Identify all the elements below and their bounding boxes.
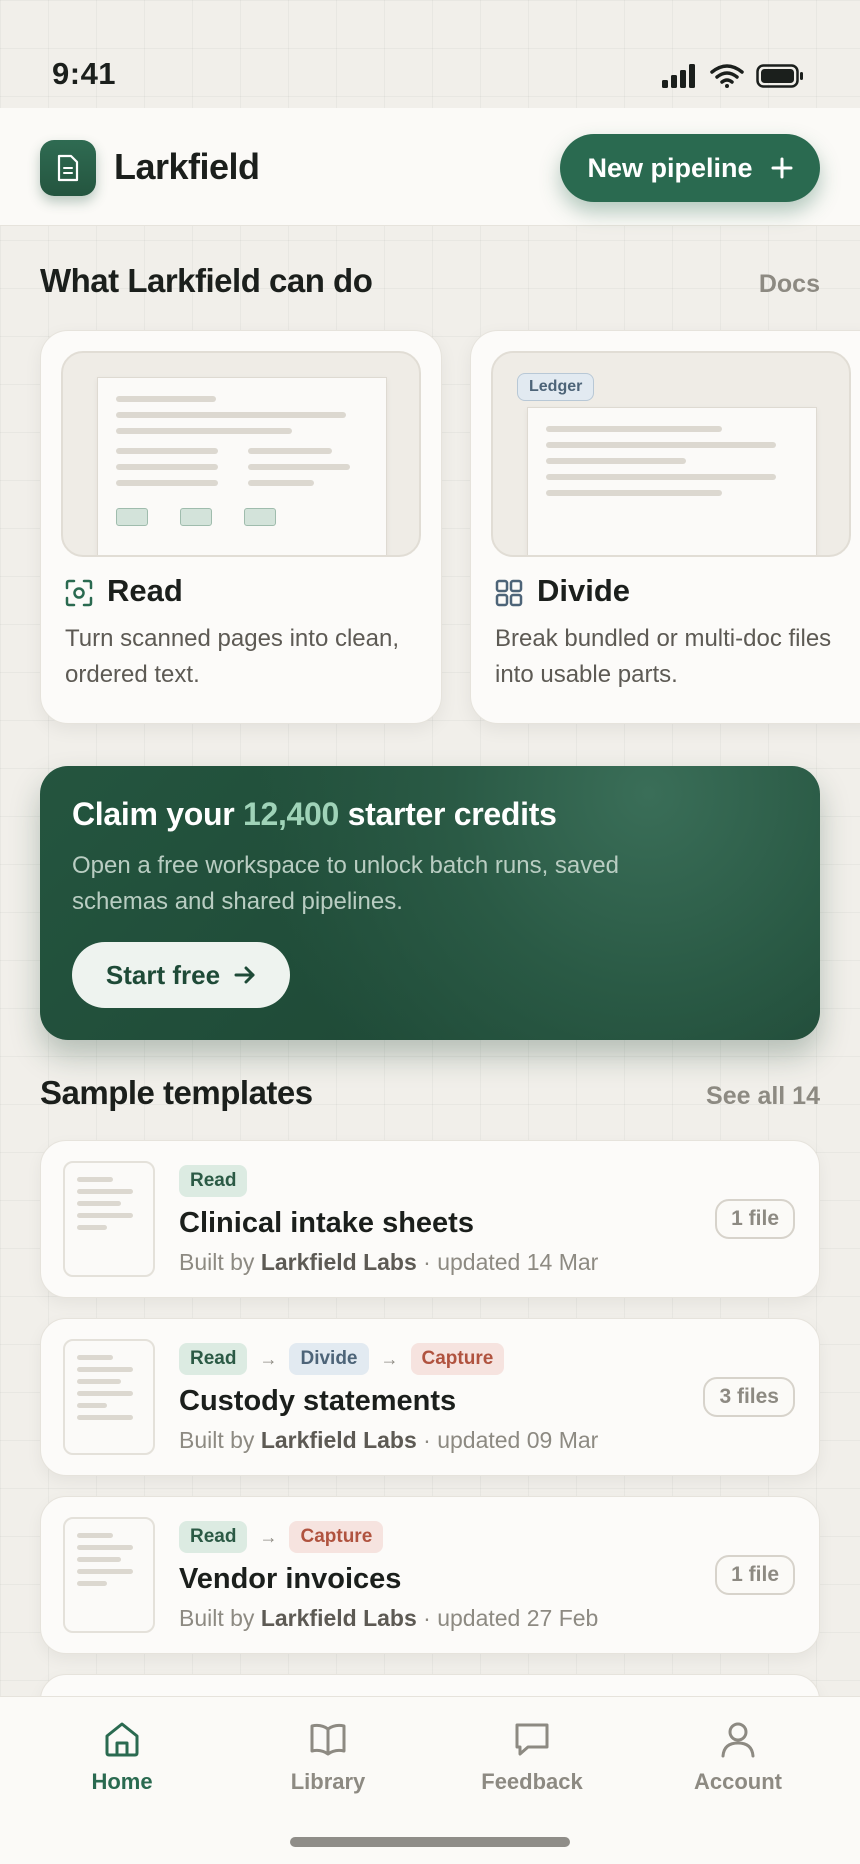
promo-banner: Claim your 12,400 starter credits Open a… [40,766,820,1040]
templates-title: Sample templates [40,1074,313,1111]
step-arrow-icon: → [259,1526,278,1547]
file-count-badge: 3 files [703,1377,795,1417]
document-preview [97,377,387,555]
app-brand: Larkfield [114,146,260,187]
home-icon [105,1722,139,1757]
file-count-badge: 1 file [715,1199,795,1239]
tab-account[interactable]: Account [658,1719,818,1795]
document-icon [57,154,79,182]
tab-home[interactable]: Home [42,1719,202,1795]
pipeline-steps: Read → Divide → Capture [179,1343,505,1375]
capability-card-read[interactable]: Read Turn scanned pages into clean, orde… [40,330,442,724]
step-tag-read: Read [179,1521,248,1553]
template-row[interactable]: Read → Divide → Capture Custody statemen… [40,1318,820,1476]
status-bar: 9:41 [0,0,860,108]
promo-subtitle: Open a free workspace to unlock batch ru… [72,852,619,915]
credits-amount: 12,400 [242,796,340,832]
promo-title: Claim your 12,400 starter credits [72,796,557,832]
tab-label: Library [290,1769,366,1794]
docs-link[interactable]: Docs [759,270,820,299]
ledger-tag: Ledger [517,373,595,401]
template-row[interactable]: Read Clinical intake sheets Built by Lar… [40,1140,820,1298]
step-tag-read: Read [179,1165,248,1197]
template-title: Clinical intake sheets [179,1207,474,1239]
bottom-tab-bar: Home Library Feedback Account [0,1696,860,1864]
status-icons [662,64,804,88]
app-logo[interactable] [40,140,96,196]
template-meta: Built by Larkfield Labs · updated 14 Mar [179,1249,599,1275]
template-meta: Built by Larkfield Labs · updated 09 Mar [179,1427,599,1453]
divide-preview: Ledger [491,351,851,557]
read-preview [61,351,421,557]
step-tag-capture: Capture [289,1521,384,1553]
user-icon [721,1722,755,1758]
tab-label: Account [694,1769,782,1794]
battery-icon [756,64,803,88]
grid-icon [495,579,523,607]
capabilities-title: What Larkfield can do [40,262,373,299]
step-tag-capture: Capture [410,1343,505,1375]
plus-icon [771,157,793,179]
file-count-badge: 1 file [715,1555,795,1595]
template-thumbnail [63,1339,155,1455]
app-header: Larkfield New pipeline [0,108,860,226]
template-meta: Built by Larkfield Labs · updated 27 Feb [179,1605,599,1631]
scan-icon [65,579,93,607]
capability-description: Turn scanned pages into clean, ordered t… [65,625,399,688]
capability-card-divide[interactable]: Ledger Divide Break bundled or multi-doc… [470,330,860,724]
capability-title: Divide [537,573,631,608]
tab-label: Feedback [481,1769,583,1794]
pipeline-steps: Read → Capture [179,1521,384,1553]
template-thumbnail [63,1161,155,1277]
template-thumbnail [63,1517,155,1633]
step-arrow-icon: → [259,1348,278,1369]
tab-label: Home [91,1769,153,1794]
chat-icon [515,1723,549,1756]
template-row[interactable]: Read → Capture Vendor invoices Built by … [40,1496,820,1654]
capability-description: Break bundled or multi-doc files into us… [495,625,832,688]
home-indicator[interactable] [290,1837,570,1847]
pipeline-steps: Read [179,1165,248,1197]
template-title: Vendor invoices [179,1563,402,1595]
new-pipeline-label: New pipeline [587,152,753,183]
book-icon [310,1723,346,1756]
template-title: Custody statements [179,1385,457,1417]
tab-feedback[interactable]: Feedback [452,1719,612,1795]
see-all-link[interactable]: See all 14 [706,1082,820,1111]
arrow-right-icon [234,966,255,984]
wifi-icon [710,64,744,88]
new-pipeline-button[interactable]: New pipeline [560,134,820,202]
start-free-label: Start free [105,959,221,990]
document-preview [527,407,817,555]
start-free-button[interactable]: Start free [72,942,290,1008]
step-arrow-icon: → [380,1348,399,1369]
status-time: 9:41 [52,56,117,91]
step-tag-divide: Divide [289,1343,369,1375]
signal-icon [662,64,695,88]
capability-title: Read [107,573,183,608]
step-tag-read: Read [179,1343,248,1375]
tab-library[interactable]: Library [248,1719,408,1795]
